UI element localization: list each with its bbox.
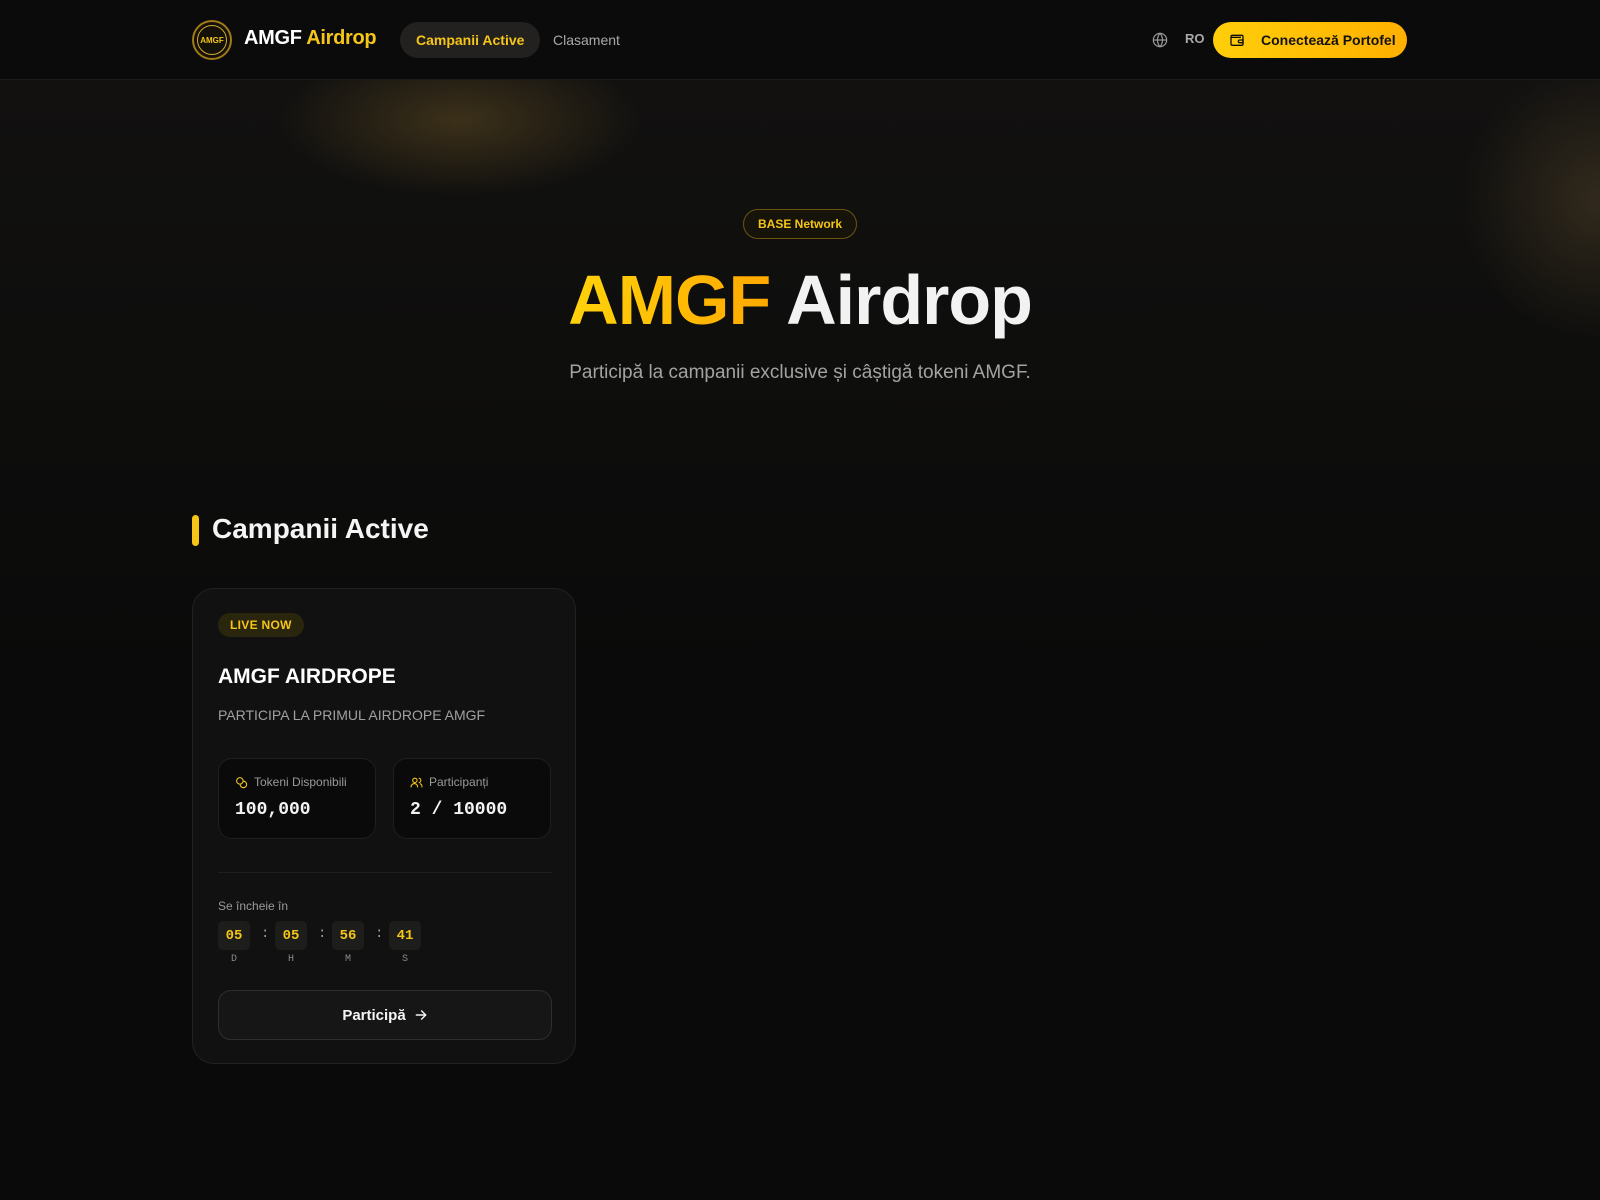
join-button[interactable]: Participă xyxy=(218,990,552,1040)
card-divider xyxy=(218,872,552,873)
stat-tokens-value: 100,000 xyxy=(235,800,311,820)
stat-tokens-label: Tokeni Disponibili xyxy=(254,775,347,789)
hero-title: AMGF Airdrop xyxy=(0,258,1600,342)
stat-tokens-label-row: Tokeni Disponibili xyxy=(235,775,347,789)
countdown-days: 05 xyxy=(218,921,250,950)
countdown-unit-seconds: S xyxy=(401,954,408,965)
countdown-minutes: 56 xyxy=(332,921,364,950)
status-badge: LIVE NOW xyxy=(218,613,304,637)
join-button-label: Participă xyxy=(342,1006,406,1024)
campaign-card: LIVE NOW AMGF AIRDROPE PARTICIPA LA PRIM… xyxy=(192,588,576,1064)
hero-title-main: Airdrop xyxy=(786,261,1033,339)
connect-wallet-label: Conectează Portofel xyxy=(1261,32,1396,48)
countdown-separator: : xyxy=(261,926,270,942)
logo-emblem: AMGF xyxy=(197,25,227,55)
network-badge: BASE Network xyxy=(743,209,857,239)
coins-icon xyxy=(236,776,248,788)
stat-tokens: Tokeni Disponibili 100,000 xyxy=(218,758,376,839)
countdown-seconds: 41 xyxy=(389,921,421,950)
section-title: Campanii Active xyxy=(212,513,429,544)
campaign-title: AMGF AIRDROPE xyxy=(218,665,396,688)
nav-campanii-active[interactable]: Campanii Active xyxy=(400,22,541,58)
logo[interactable]: AMGF xyxy=(192,20,232,60)
globe-icon[interactable] xyxy=(1152,32,1168,48)
top-navbar: AMGF AMGF Airdrop Campanii Active Clasam… xyxy=(0,0,1600,80)
countdown-unit-days: D xyxy=(230,954,237,965)
stat-participants-value: 2 / 10000 xyxy=(410,800,508,820)
language-selector[interactable]: RO xyxy=(1185,31,1205,46)
countdown-unit-minutes: M xyxy=(344,954,351,965)
wallet-icon xyxy=(1230,34,1244,46)
countdown-separator: : xyxy=(375,926,384,942)
stat-participants-label-row: Participanți xyxy=(410,775,488,789)
users-icon xyxy=(410,777,423,787)
brand-main: AMGF xyxy=(244,27,302,49)
nav-clasament[interactable]: Clasament xyxy=(553,22,620,58)
countdown-separator: : xyxy=(318,926,327,942)
countdown-label: Se încheie în xyxy=(218,899,289,913)
section-accent-bar xyxy=(192,515,199,546)
stat-participants: Participanți 2 / 10000 xyxy=(393,758,551,839)
countdown-hours: 05 xyxy=(275,921,307,950)
countdown-unit-hours: H xyxy=(287,954,294,965)
campaign-description: PARTICIPA LA PRIMUL AIRDROPE AMGF xyxy=(218,707,486,723)
brand-accent: Airdrop xyxy=(306,27,377,49)
arrow-right-icon xyxy=(415,1010,427,1020)
connect-wallet-button[interactable]: Conectează Portofel xyxy=(1213,22,1407,58)
hero-title-accent: AMGF xyxy=(568,261,771,339)
stat-participants-label: Participanți xyxy=(429,775,489,789)
hero-subtitle: Participă la campanii exclusive și câști… xyxy=(569,362,1031,383)
brand-name[interactable]: AMGF Airdrop xyxy=(244,27,377,50)
